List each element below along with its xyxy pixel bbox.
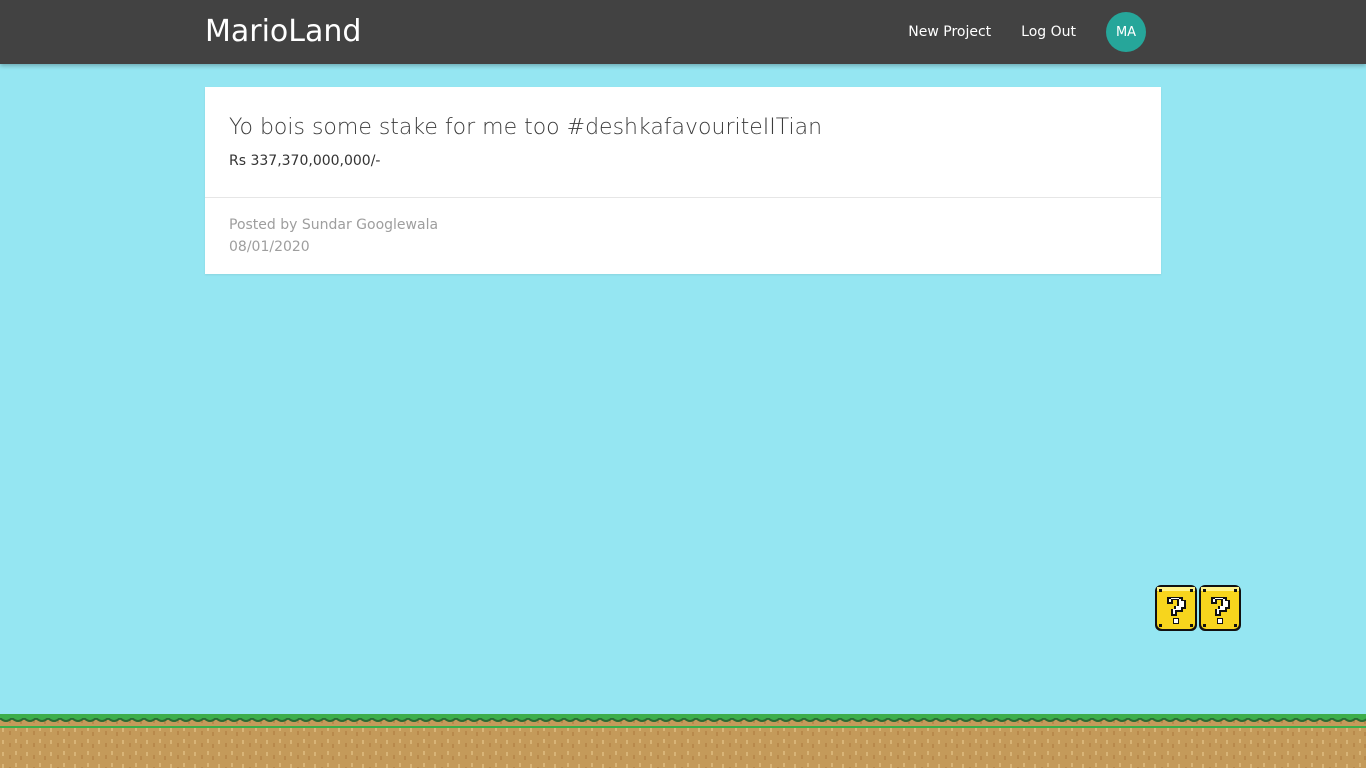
brand-logo[interactable]: MarioLand xyxy=(205,12,361,52)
user-avatar[interactable]: MA xyxy=(1106,12,1146,52)
card-footer: Posted by Sundar Googlewala 08/01/2020 xyxy=(205,198,1161,274)
project-card[interactable]: Yo bois some stake for me too #deshkafav… xyxy=(205,87,1161,274)
top-navbar: MarioLand New Project Log Out MA xyxy=(0,0,1366,64)
log-out-link[interactable]: Log Out xyxy=(1006,0,1091,64)
grass-ground xyxy=(0,714,1366,768)
posted-date: 08/01/2020 xyxy=(229,239,310,255)
project-amount: Rs 337,370,000,000/- xyxy=(229,153,381,169)
posted-by-text: Posted by Sundar Googlewala xyxy=(229,217,439,233)
new-project-link[interactable]: New Project xyxy=(893,0,1006,64)
question-block-icon xyxy=(1199,585,1241,631)
card-content: Yo bois some stake for me too #deshkafav… xyxy=(205,87,1161,198)
project-title: Yo bois some stake for me too #deshkafav… xyxy=(229,115,823,140)
nav-links: New Project Log Out MA xyxy=(893,0,1146,64)
question-block-icon xyxy=(1155,585,1197,631)
